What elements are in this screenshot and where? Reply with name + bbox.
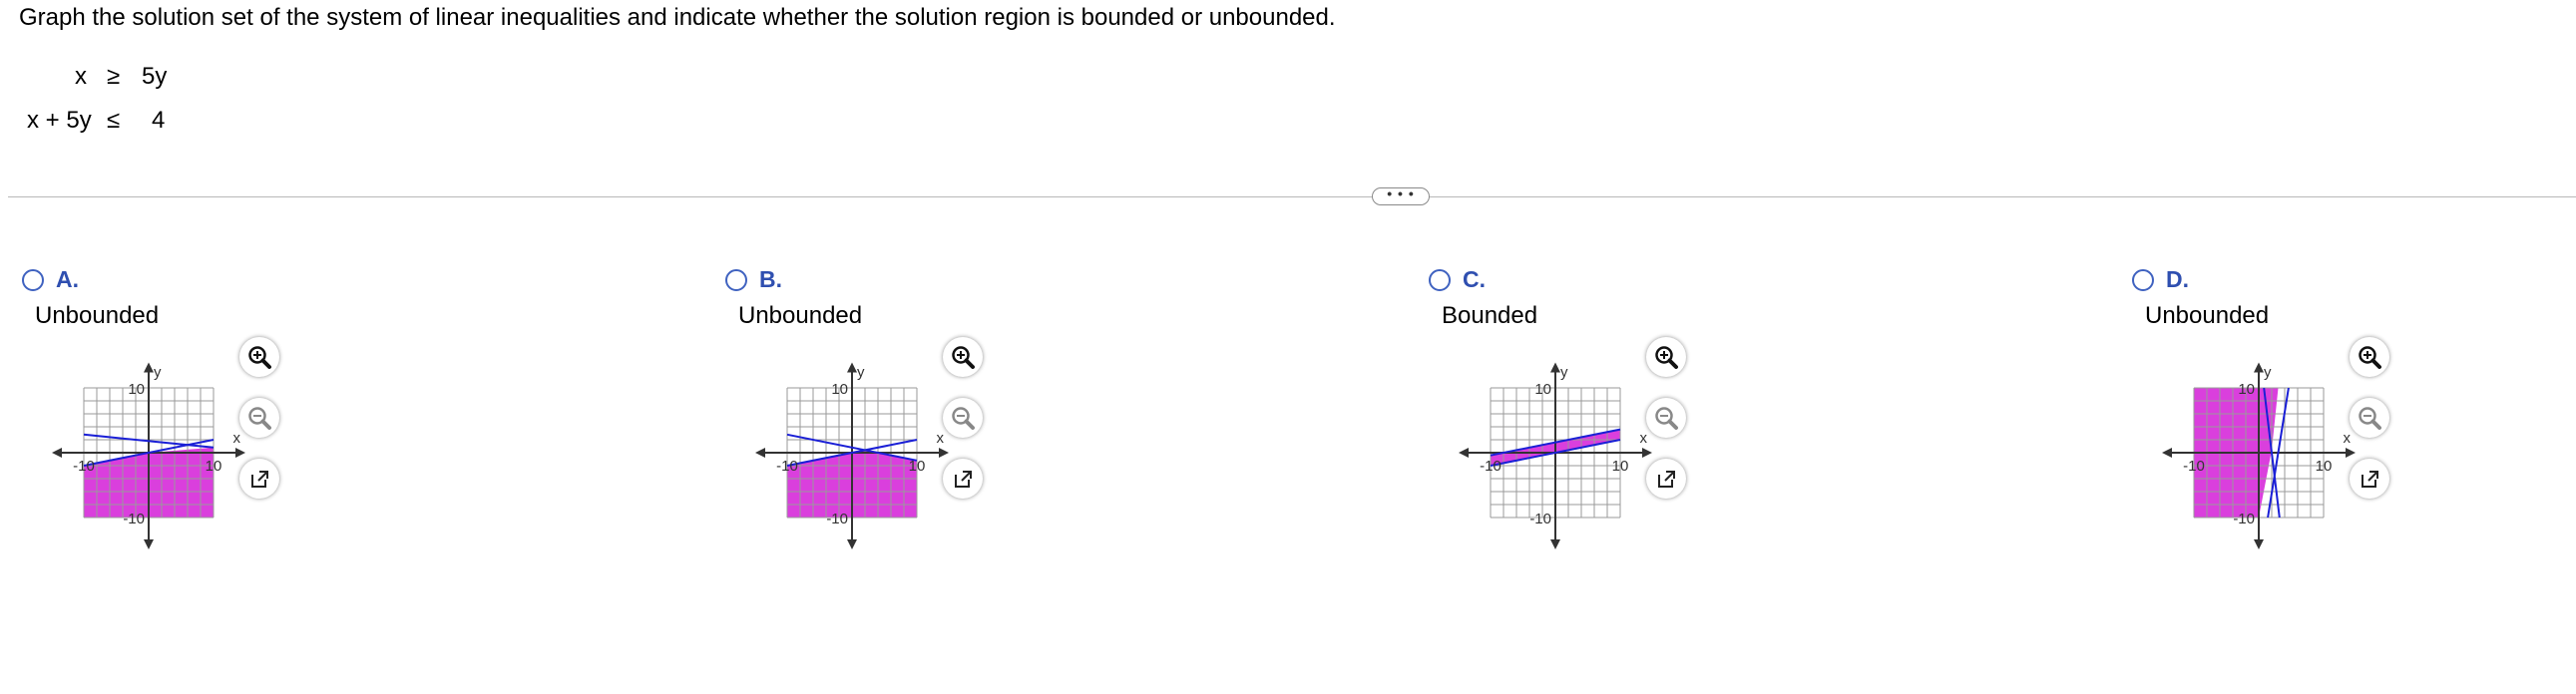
zoom-in-icon [1655,346,1678,369]
external-link-icon [2361,471,2378,488]
y-tick-neg10: -10 [123,511,145,527]
popout-button[interactable] [239,459,279,499]
inequality-1: x ≥ 5y [0,63,200,93]
popout-button[interactable] [1646,459,1686,499]
option-graph: xy10-1010-10 [52,362,245,549]
zoom-in-icon [952,346,975,369]
y-axis-arrow-down [144,539,154,549]
inequality-2: x + 5y ≤ 4 [0,107,200,137]
inequality-1-op: ≥ [107,63,121,90]
section-divider [8,196,2576,197]
x-tick-10: 10 [206,458,222,475]
question-text: Graph the solution set of the system of … [19,4,1336,31]
x-axis-arrow-right [939,448,949,458]
answer-option-b[interactable]: B. Unbounded x y 10 -10 10 -10 [725,263,1025,552]
y-axis-arrow-up [1550,362,1560,373]
expand-button[interactable]: • • • [1372,186,1430,205]
option-letter[interactable]: C. [1463,266,1486,293]
zoom-out-icon [248,407,271,430]
popout-button[interactable] [2350,459,2389,499]
y-tick-neg10: -10 [2233,511,2255,527]
option-status: Unbounded [738,302,863,329]
option-status: Unbounded [35,302,160,329]
y-axis-arrow-up [144,362,154,373]
x-axis-arrow-left [755,448,765,458]
inequality-2-op: ≤ [107,107,121,134]
option-radio[interactable] [22,269,44,291]
option-radio[interactable] [725,269,747,291]
option-letter[interactable]: D. [2166,266,2189,293]
y-axis-label: y [154,364,162,381]
y-axis-arrow-up [2254,362,2264,373]
zoom-out-icon [2359,407,2381,430]
inequality-2-lhs: x + 5y [27,107,92,134]
zoom-out-icon [952,407,975,430]
option-letter[interactable]: A. [56,266,79,293]
y-axis-label: y [1560,364,1568,381]
external-link-icon [251,471,268,488]
zoom-out-button[interactable] [239,398,279,438]
x-tick-10: 10 [1612,458,1629,475]
y-tick-10: 10 [1534,381,1551,398]
zoom-in-icon [2359,346,2381,369]
y-axis-arrow-down [1550,539,1560,549]
external-link-icon [955,471,972,488]
answer-option-a[interactable]: A. Unbounded x y 10 -10 10 -10 [22,263,321,552]
y-axis-label: y [857,364,865,381]
x-tick-10: 10 [909,458,926,475]
x-tick-neg10: -10 [1480,458,1502,475]
zoom-out-icon [1655,407,1678,430]
zoom-in-button[interactable] [239,337,279,377]
y-axis-arrow-up [847,362,857,373]
y-tick-neg10: -10 [1529,511,1551,527]
popout-button[interactable] [943,459,983,499]
answer-option-c[interactable]: C. Bounded x y 10 -10 10 -10 [1429,263,1728,552]
y-tick-neg10: -10 [826,511,848,527]
answer-option-d[interactable]: D. Unbounded x y 10 -10 10 -10 [2132,263,2431,552]
option-graph: xy10-1010-10 [2162,362,2356,549]
option-status: Unbounded [2145,302,2270,329]
option-letter[interactable]: B. [759,266,782,293]
y-axis-arrow-down [2254,539,2264,549]
x-tick-neg10: -10 [73,458,95,475]
y-tick-10: 10 [831,381,848,398]
option-graph: xy10-1010-10 [755,362,949,549]
y-tick-10: 10 [2238,381,2255,398]
x-tick-10: 10 [2316,458,2333,475]
option-graph: xy10-1010-10 [1459,362,1652,549]
zoom-out-button[interactable] [1646,398,1686,438]
inequality-1-rhs: 5y [142,63,168,90]
zoom-in-button[interactable] [2350,337,2389,377]
external-link-icon [1658,471,1675,488]
y-axis-arrow-down [847,539,857,549]
x-tick-neg10: -10 [2183,458,2205,475]
option-radio[interactable] [1429,269,1451,291]
x-axis-arrow-left [52,448,62,458]
y-tick-10: 10 [128,381,145,398]
zoom-out-button[interactable] [943,398,983,438]
inequality-2-rhs: 4 [152,107,166,134]
x-axis-arrow-right [2346,448,2356,458]
inequality-1-lhs: x [75,63,87,90]
x-axis-arrow-left [2162,448,2172,458]
option-radio[interactable] [2132,269,2154,291]
x-axis-arrow-right [1642,448,1652,458]
option-status: Bounded [1442,302,1538,329]
zoom-out-button[interactable] [2350,398,2389,438]
x-axis-arrow-right [235,448,245,458]
zoom-in-button[interactable] [943,337,983,377]
zoom-in-icon [248,346,271,369]
zoom-in-button[interactable] [1646,337,1686,377]
x-tick-neg10: -10 [776,458,798,475]
y-axis-label: y [2264,364,2272,381]
x-axis-arrow-left [1459,448,1469,458]
